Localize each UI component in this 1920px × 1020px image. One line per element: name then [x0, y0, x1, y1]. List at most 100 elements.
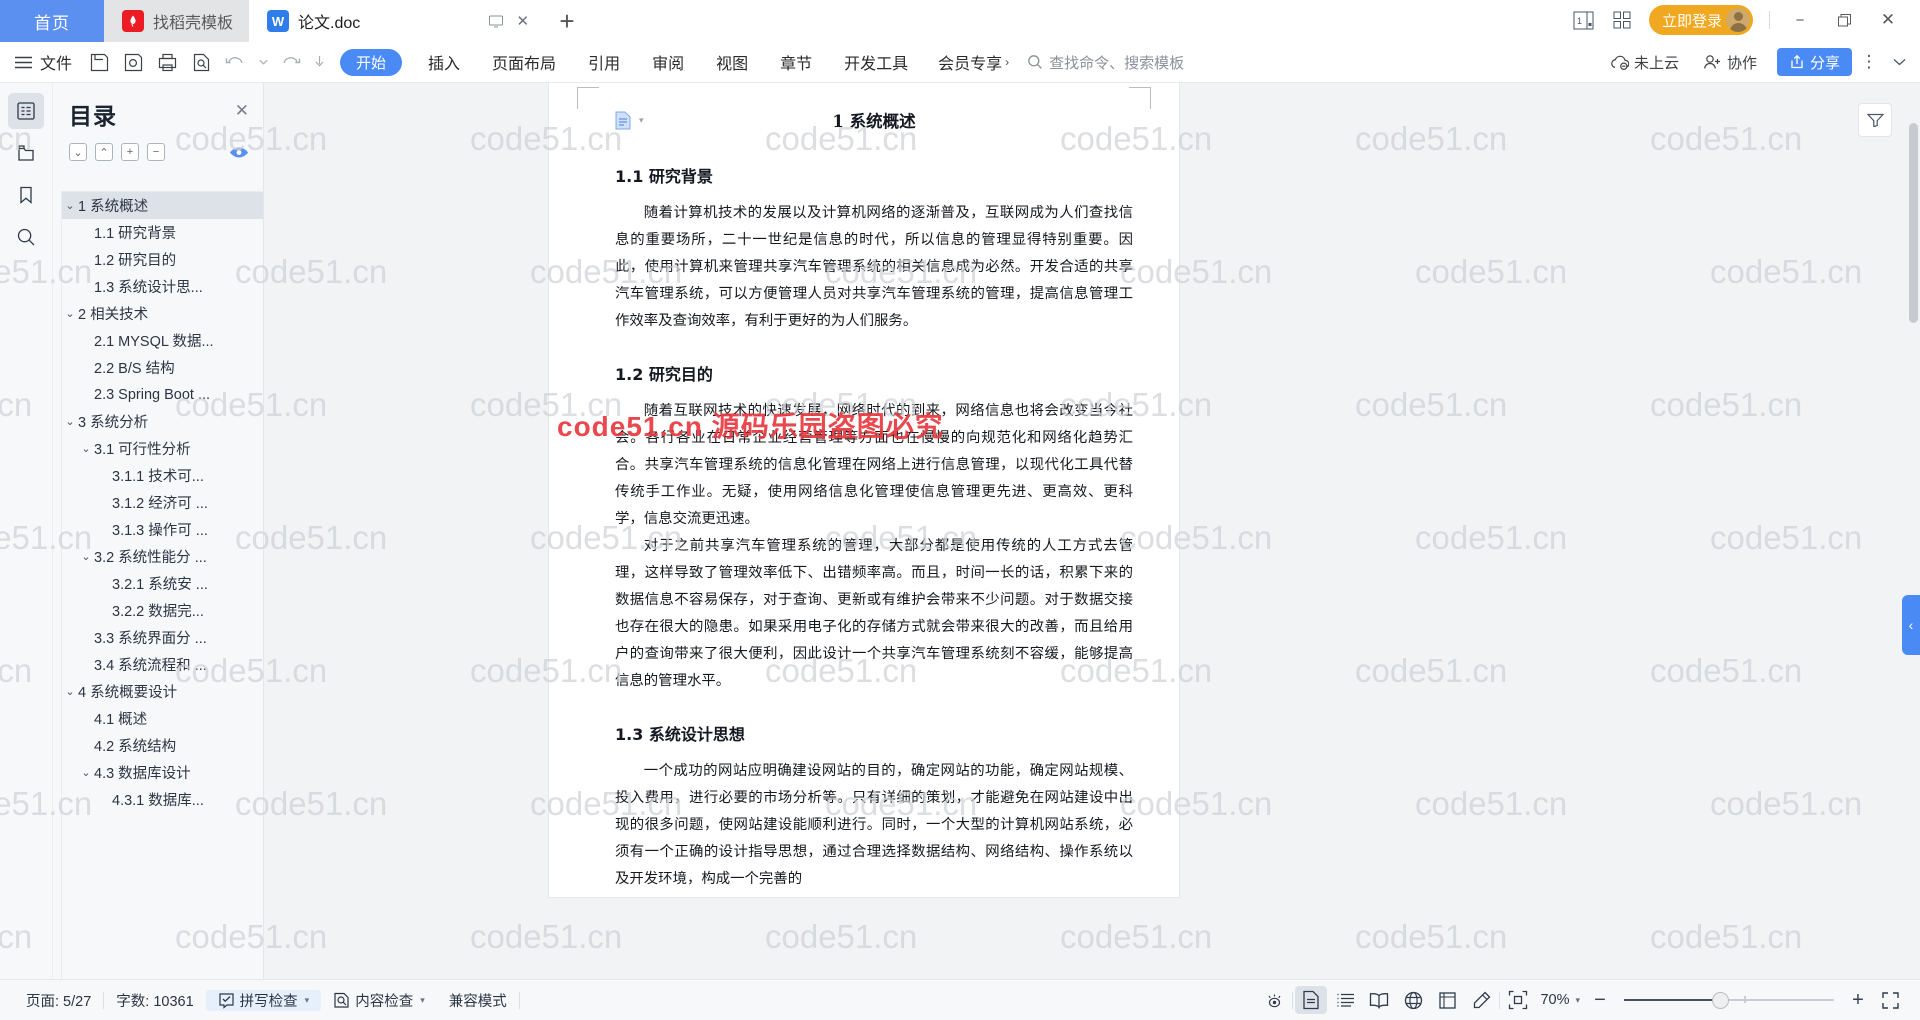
document-area[interactable]: ▾ 1 系统概述 1.1 研究背景 随着计算机技术的发展以及计算机网络的逐渐普及… [264, 83, 1920, 979]
scrollbar-thumb[interactable] [1909, 123, 1918, 323]
search-box[interactable]: 查找命令、搜索模板 [1027, 52, 1184, 73]
toc-expand-down-icon[interactable]: ⌄ [69, 143, 87, 161]
menu-hamburger-icon[interactable] [8, 47, 38, 77]
rail-search-button[interactable] [8, 219, 44, 255]
eye-icon[interactable] [1258, 986, 1290, 1014]
toc-collapse-up-icon[interactable]: ⌃ [95, 143, 113, 161]
login-button[interactable]: 立即登录 [1648, 5, 1753, 35]
toc-item[interactable]: ⌄3.3 系统界面分 ... [62, 624, 263, 651]
zoom-out-button[interactable]: − [1586, 989, 1614, 1012]
undo-dropdown-icon[interactable] [252, 47, 274, 77]
toc-item[interactable]: ⌄ 4 系统概要设计 [62, 678, 263, 705]
window-maximize-button[interactable] [1824, 5, 1864, 35]
toc-item[interactable]: ⌄3.4 系统流程和 ... [62, 651, 263, 678]
toc-item[interactable]: ⌄2.1 MYSQL 数据... [62, 327, 263, 354]
toc-item[interactable]: ⌄ 1 系统概述 [62, 192, 263, 219]
toc-item-caret-icon[interactable]: ⌄ [78, 442, 94, 455]
ribbon-tab-member[interactable]: 会员专享 › [924, 50, 1013, 74]
save-as-icon[interactable] [116, 47, 150, 77]
quick-access-dropdown-icon[interactable] [308, 47, 330, 77]
zoom-slider-knob[interactable] [1712, 991, 1729, 1009]
window-minimize-button[interactable]: − [1780, 5, 1820, 35]
page-count-icon[interactable]: 1 [1567, 5, 1601, 35]
tab-present-icon[interactable] [488, 13, 504, 29]
reading-view-icon[interactable] [1363, 986, 1395, 1014]
status-spellcheck-button[interactable]: 拼写检查 ▾ [205, 989, 322, 1011]
toc-item-caret-icon[interactable]: ⌄ [62, 415, 78, 428]
zoom-slider[interactable] [1624, 986, 1834, 1014]
toc-item[interactable]: ⌄3.1.3 操作可 ... [62, 516, 263, 543]
page-view-icon[interactable] [1295, 986, 1328, 1014]
undo-icon[interactable] [218, 47, 252, 77]
tab-template-store[interactable]: 找稻壳模板 [104, 0, 250, 42]
rail-thumbnail-button[interactable] [8, 135, 44, 171]
toc-item[interactable]: ⌄ 3.2 系统性能分 ... [62, 543, 263, 570]
toc-item[interactable]: ⌄ 2 相关技术 [62, 300, 263, 327]
expand-fullscreen-icon[interactable] [1874, 986, 1906, 1014]
ribbon-tab-insert[interactable]: 插入 [412, 47, 476, 77]
ribbon-tab-devtools[interactable]: 开发工具 [828, 47, 924, 77]
ribbon-tab-chapter[interactable]: 章节 [764, 47, 828, 77]
toc-item[interactable]: ⌄2.2 B/S 结构 [62, 354, 263, 381]
cloud-status-button[interactable]: 未上云 [1600, 52, 1689, 73]
web-view-icon[interactable] [1397, 986, 1429, 1014]
toc-item-caret-icon[interactable]: ⌄ [78, 550, 94, 563]
toc-item[interactable]: ⌄ 3 系统分析 [62, 408, 263, 435]
zoom-in-button[interactable]: + [1844, 989, 1872, 1012]
zoom-level-button[interactable]: 70% ▾ [1536, 992, 1584, 1008]
apps-grid-icon[interactable] [1605, 5, 1639, 35]
tab-home[interactable]: 首页 [0, 0, 104, 42]
ribbon-more-options-icon[interactable]: ⋮ [1856, 47, 1882, 77]
fullscreen-icon[interactable] [1431, 986, 1463, 1014]
toc-item[interactable]: ⌄1.2 研究目的 [62, 246, 263, 273]
toc-close-icon[interactable]: ✕ [235, 101, 249, 121]
toc-item[interactable]: ⌄3.2.1 系统安 ... [62, 570, 263, 597]
toc-item[interactable]: ⌄ 4.3 数据库设计 [62, 759, 263, 786]
ribbon-tab-review[interactable]: 审阅 [636, 47, 700, 77]
file-menu-button[interactable]: 文件 [38, 50, 82, 74]
tab-close-icon[interactable]: ✕ [516, 12, 529, 30]
document-vertical-scrollbar[interactable] [1909, 123, 1918, 919]
tab-document-lunwen[interactable]: W 论文.doc ✕ [249, 0, 546, 42]
ribbon-tab-reference[interactable]: 引用 [572, 47, 636, 77]
outline-view-icon[interactable] [1329, 986, 1361, 1014]
redo-icon[interactable] [274, 47, 308, 77]
toc-collapse-all-icon[interactable]: − [147, 143, 165, 161]
toc-item[interactable]: ⌄1.1 研究背景 [62, 219, 263, 246]
toc-expand-all-icon[interactable]: + [121, 143, 139, 161]
rail-bookmark-button[interactable] [8, 177, 44, 213]
toc-item-caret-icon[interactable]: ⌄ [62, 307, 78, 320]
ribbon-tab-start[interactable]: 开始 [340, 48, 403, 76]
print-preview-icon[interactable] [184, 47, 218, 77]
status-content-check-button[interactable]: 内容检查 ▾ [321, 990, 437, 1011]
toc-item[interactable]: ⌄1.3 系统设计思... [62, 273, 263, 300]
document-options-float-button[interactable] [1858, 103, 1892, 137]
new-tab-button[interactable]: + [545, 0, 589, 42]
toc-item[interactable]: ⌄ 3.1 可行性分析 [62, 435, 263, 462]
window-close-button[interactable]: ✕ [1868, 5, 1908, 35]
ribbon-tab-pagelayout[interactable]: 页面布局 [476, 47, 572, 77]
toc-item-caret-icon[interactable]: ⌄ [62, 199, 78, 212]
chevron-down-icon[interactable]: ▾ [420, 995, 425, 1006]
toc-item[interactable]: ⌄3.1.2 经济可 ... [62, 489, 263, 516]
toc-item-caret-icon[interactable]: ⌄ [78, 766, 94, 779]
toc-item-list[interactable]: ⌄1 系统概述⌄1.1 研究背景⌄1.2 研究目的⌄1.3 系统设计思...⌄2… [61, 191, 263, 979]
toc-item[interactable]: ⌄3.1.1 技术可... [62, 462, 263, 489]
document-page[interactable]: ▾ 1 系统概述 1.1 研究背景 随着计算机技术的发展以及计算机网络的逐渐普及… [549, 83, 1179, 897]
share-button[interactable]: 分享 [1776, 48, 1852, 76]
toc-item[interactable]: ⌄4.2 系统结构 [62, 732, 263, 759]
chevron-down-icon[interactable]: ▾ [305, 995, 310, 1006]
ribbon-tab-view[interactable]: 视图 [700, 47, 764, 77]
toc-eye-icon[interactable] [229, 146, 249, 159]
ribbon-collapse-icon[interactable] [1886, 47, 1912, 77]
highlighter-icon[interactable] [1465, 986, 1497, 1014]
print-icon[interactable] [150, 47, 184, 77]
rail-outline-button[interactable] [8, 93, 44, 129]
toc-item[interactable]: ⌄3.2.2 数据完... [62, 597, 263, 624]
toc-item[interactable]: ⌄4.3.1 数据库... [62, 786, 263, 813]
save-icon[interactable] [82, 47, 116, 77]
fit-page-icon[interactable] [1502, 986, 1534, 1014]
toc-item[interactable]: ⌄2.3 Spring Boot ... [62, 381, 263, 408]
collaborate-button[interactable]: 协作 [1693, 52, 1767, 73]
toc-item-caret-icon[interactable]: ⌄ [62, 685, 78, 698]
